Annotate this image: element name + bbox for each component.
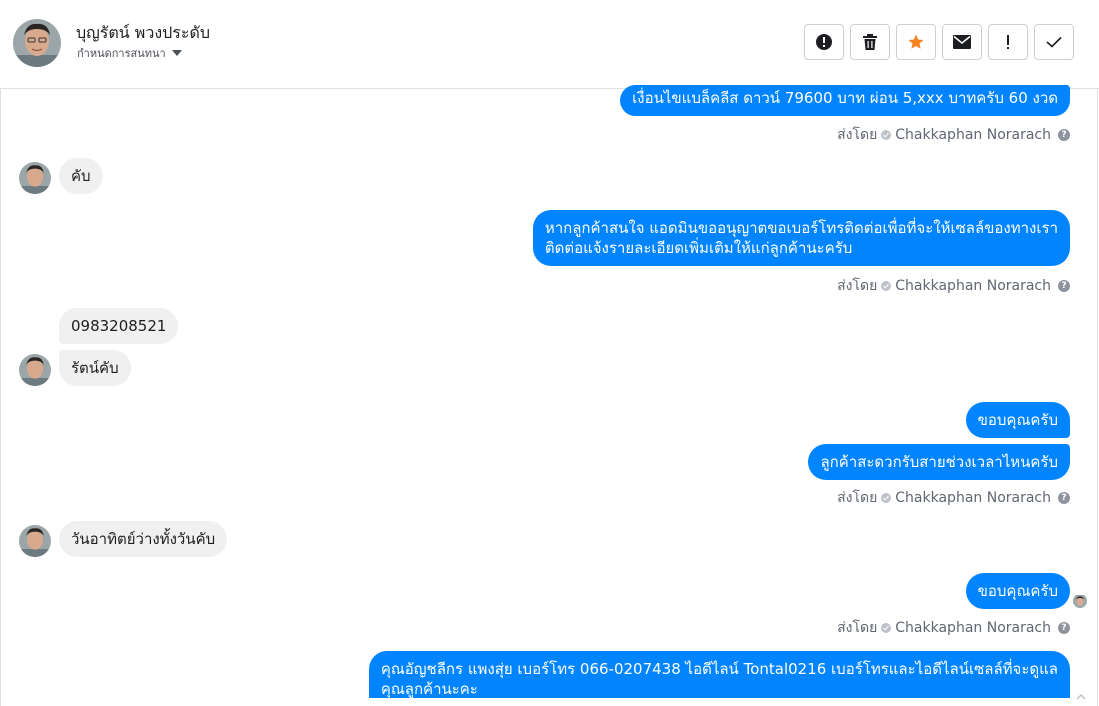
sent-check-icon (881, 130, 892, 140)
delete-button[interactable] (850, 24, 890, 60)
contact-avatar-small[interactable] (19, 354, 51, 386)
sender-name[interactable]: Chakkaphan Norarach (895, 620, 1051, 636)
message-text: วันอาทิตย์ว่างทั้งวันคับ (71, 530, 216, 548)
outgoing-message: ขอบคุณครับ (965, 402, 1070, 438)
incoming-message: คับ (59, 158, 103, 194)
help-icon[interactable]: ? (1058, 622, 1070, 634)
help-icon[interactable]: ? (1058, 280, 1070, 292)
message-text-line: คุณอัญชลีกร แพงสุ่ย เบอร์โทร 066-0207438… (380, 660, 1058, 678)
outgoing-message: ลูกค้าสะดวกรับสายช่วงเวลาไหนครับ (808, 444, 1070, 480)
conversation-header: บุญรัตน์ พวงประดับ กำหนดการสนทนา (0, 0, 1099, 89)
message-text: เงื่อนไขแบล็คลีส ดาวน์ 79600 บาท ผ่อน 5,… (632, 89, 1058, 107)
alert-circle-icon (816, 34, 832, 50)
mark-done-button[interactable] (1034, 24, 1074, 60)
message-text: ลูกค้าสะดวกรับสายช่วงเวลาไหนครับ (820, 453, 1058, 471)
sent-by-prefix: ส่งโดย (837, 490, 878, 506)
sender-name[interactable]: Chakkaphan Norarach (895, 127, 1051, 143)
message-text: รัตน์คับ (71, 359, 119, 377)
mark-important-button[interactable] (988, 24, 1028, 60)
schedule-dropdown[interactable]: กำหนดการสนทนา (77, 44, 182, 62)
incoming-message: 0983208521 (59, 308, 179, 344)
seen-avatar (1073, 594, 1087, 608)
message-text-line: คุณลูกค้านะคะ (380, 680, 478, 698)
sender-name[interactable]: Chakkaphan Norarach (895, 278, 1051, 294)
contact-avatar-small[interactable] (19, 162, 51, 194)
message-text: คับ (71, 167, 91, 185)
message-text: 0983208521 (71, 317, 167, 335)
contact-avatar-small[interactable] (19, 525, 51, 557)
sent-by-label: ส่งโดย Chakkaphan Norarach ? (837, 124, 1070, 146)
message-text-line: ติดต่อแจ้งรายละเอียดเพิ่มเติมให้แก่ลูกค้… (544, 239, 853, 257)
mark-unread-button[interactable] (942, 24, 982, 60)
sent-check-icon (881, 281, 892, 291)
incoming-message: วันอาทิตย์ว่างทั้งวันคับ (59, 521, 228, 557)
sent-by-label: ส่งโดย Chakkaphan Norarach ? (837, 275, 1070, 297)
conversation-toolbar (804, 24, 1074, 60)
exclamation-icon (1007, 35, 1009, 49)
sent-by-prefix: ส่งโดย (837, 620, 878, 636)
incoming-message: รัตน์คับ (59, 350, 131, 386)
outgoing-message: หากลูกค้าสนใจ แอดมินขออนุญาตขอเบอร์โทรติ… (532, 210, 1070, 266)
contact-name: บุญรัตน์ พวงประดับ (76, 23, 211, 42)
caret-down-icon (171, 50, 182, 56)
outgoing-message: ขอบคุณครับ (965, 573, 1070, 609)
sender-name[interactable]: Chakkaphan Norarach (895, 490, 1051, 506)
sent-check-icon (881, 493, 892, 503)
message-text-line: หากลูกค้าสนใจ แอดมินขออนุญาตขอเบอร์โทรติ… (544, 219, 1058, 237)
spam-button[interactable] (804, 24, 844, 60)
sent-by-label: ส่งโดย Chakkaphan Norarach ? (837, 617, 1070, 639)
outgoing-message: เงื่อนไขแบล็คลีส ดาวน์ 79600 บาท ผ่อน 5,… (620, 85, 1070, 116)
star-icon (908, 34, 924, 49)
chevron-up-icon[interactable] (1076, 692, 1086, 702)
sent-by-label: ส่งโดย Chakkaphan Norarach ? (837, 487, 1070, 509)
checkmark-icon (1046, 36, 1062, 48)
help-icon[interactable]: ? (1058, 129, 1070, 141)
contact-avatar[interactable] (13, 19, 61, 67)
message-text: ขอบคุณครับ (977, 582, 1058, 600)
star-button[interactable] (896, 24, 936, 60)
sent-check-icon (881, 623, 892, 633)
help-icon[interactable]: ? (1058, 492, 1070, 504)
outgoing-message: คุณอัญชลีกร แพงสุ่ย เบอร์โทร 066-0207438… (368, 651, 1070, 698)
envelope-icon (953, 35, 971, 49)
trash-icon (863, 34, 877, 50)
message-text: ขอบคุณครับ (977, 411, 1058, 429)
sent-by-prefix: ส่งโดย (837, 278, 878, 294)
sent-by-prefix: ส่งโดย (837, 127, 878, 143)
schedule-label: กำหนดการสนทนา (77, 47, 166, 60)
